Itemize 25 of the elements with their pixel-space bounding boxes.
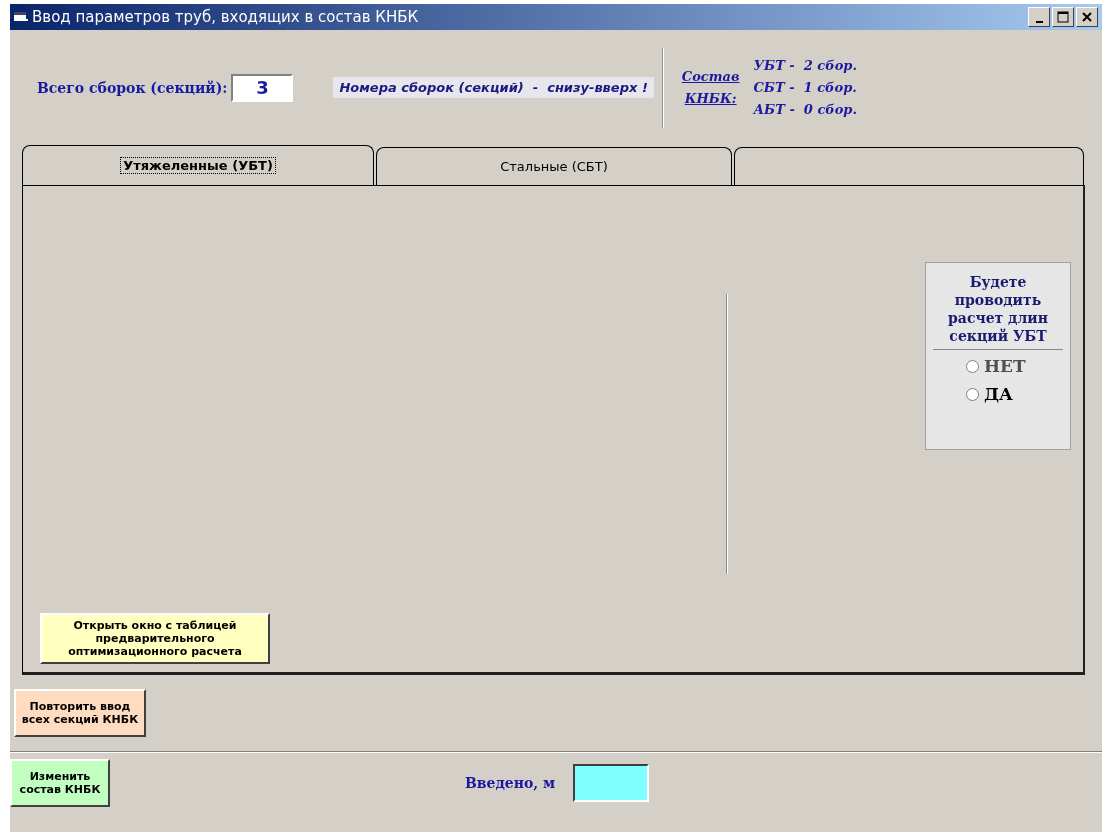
note-text: Номера сборок (секций) - снизу-вверх ! xyxy=(333,77,654,98)
composition-label: КНБК: xyxy=(684,89,737,108)
window-title: Ввод параметров труб, входящих в состав КНБК xyxy=(32,8,420,26)
change-button[interactable]: Изменить состав КНБК xyxy=(10,759,110,807)
sections-total-label: Всего сборок (секций): xyxy=(37,79,228,96)
maximize-icon xyxy=(1057,11,1069,23)
repeat-button[interactable]: Повторить ввод всех секций КНБК xyxy=(14,689,146,737)
radio-option[interactable]: ДА xyxy=(966,384,1013,404)
composition-item: УБТ - 2 сбор. xyxy=(753,56,857,75)
close-icon xyxy=(1082,12,1092,22)
composition-item: СБТ - 1 сбор. xyxy=(753,78,857,97)
composition-label: Состав xyxy=(681,67,740,86)
minimize-icon xyxy=(1035,21,1043,23)
tab[interactable]: Стальные (СБТ) xyxy=(376,147,732,185)
entered-label: Введено, м xyxy=(465,775,556,791)
question-text: Будете проводить расчет длин секций УБТ xyxy=(933,273,1063,350)
entered-field[interactable] xyxy=(573,764,650,802)
window-app-icon xyxy=(14,11,28,23)
sections-total-field[interactable]: 3 xyxy=(231,73,294,102)
maximize-button[interactable] xyxy=(1052,7,1074,27)
close-button[interactable] xyxy=(1076,7,1098,27)
tab[interactable]: Утяжеленные (УБТ) xyxy=(22,145,374,185)
composition-item: АБТ - 0 сбор. xyxy=(753,100,857,119)
minimize-button[interactable] xyxy=(1028,7,1050,27)
open-table-button[interactable]: Открыть окно с таблицей предварительного оптимизационного расчета xyxy=(40,613,270,664)
